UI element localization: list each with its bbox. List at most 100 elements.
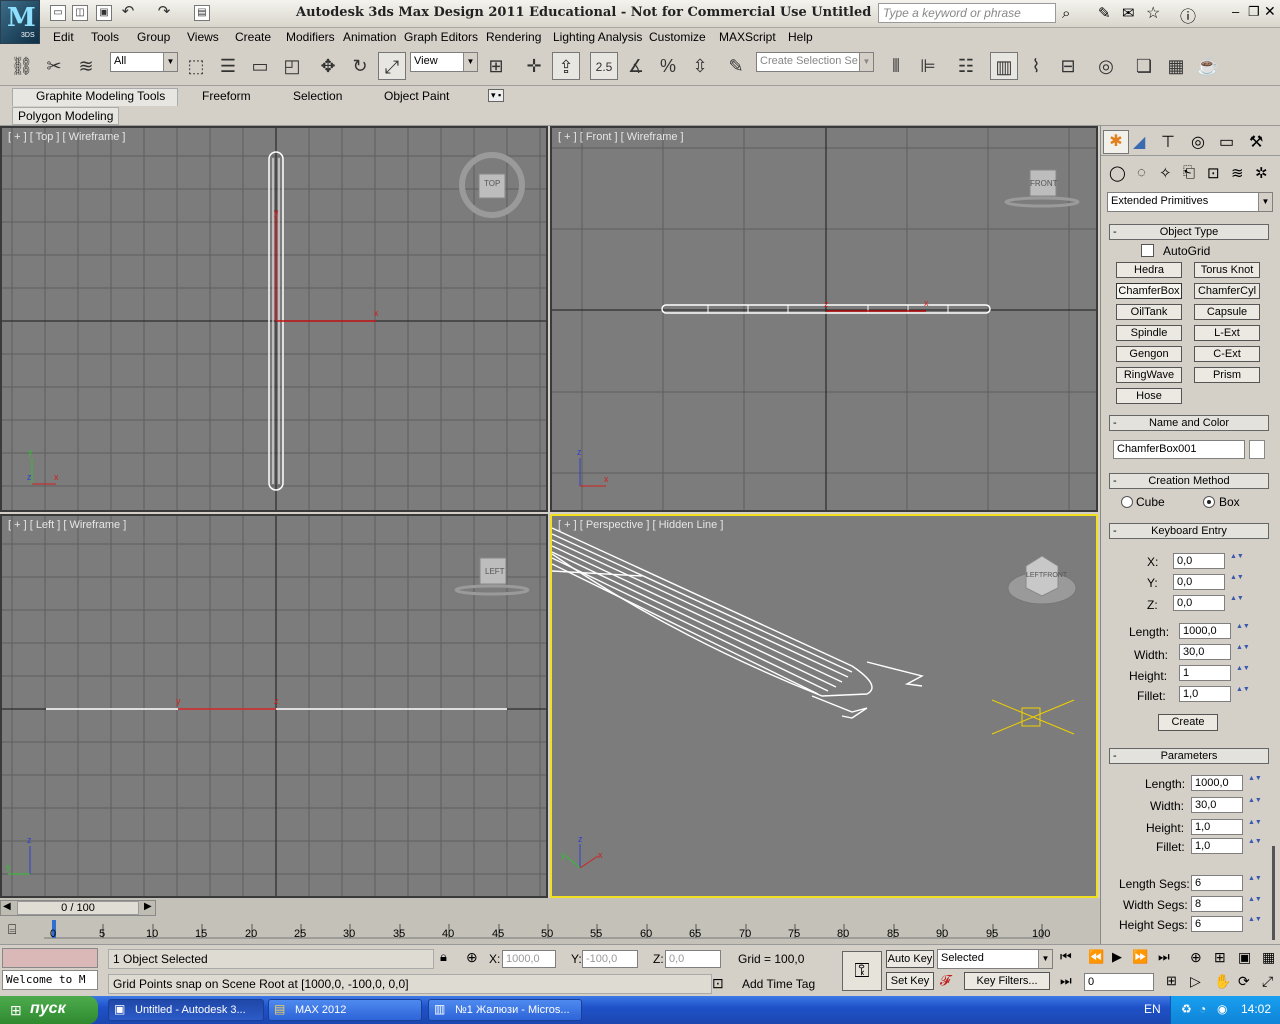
help-icon[interactable]: ⓘ [1180, 3, 1196, 27]
auto-key-button[interactable]: Auto Key [886, 950, 934, 968]
selection-filter-dropdown[interactable]: All ▼ [110, 52, 178, 72]
menu-views[interactable]: Views [187, 30, 219, 44]
viewport-label[interactable]: [ + ] [ Left ] [ Wireframe ] [8, 519, 126, 531]
ke-length-field[interactable]: 1000,0 [1179, 623, 1231, 639]
spacewarps-category-icon[interactable]: ≋ [1231, 164, 1244, 182]
search-input[interactable]: Type a keyword or phrase [878, 3, 1056, 23]
zoom-all-icon[interactable]: ⊞ [1214, 949, 1226, 966]
rendered-frame-window-icon[interactable]: ▦ [1162, 52, 1190, 80]
key-mode-toggle-icon[interactable]: ⏭ [1060, 973, 1072, 989]
save-file-icon[interactable]: ▣ [96, 5, 112, 21]
maxscript-listener-pink[interactable] [2, 948, 98, 968]
select-by-name-icon[interactable]: ☰ [214, 52, 242, 80]
name-and-color-rollout[interactable]: - Name and Color [1109, 415, 1269, 431]
object-color-swatch[interactable] [1249, 440, 1265, 459]
menu-graph-editors[interactable]: Graph Editors [404, 30, 478, 44]
snaps-toggle-button[interactable]: 2.5 [590, 52, 618, 80]
menu-help[interactable]: Help [788, 30, 813, 44]
motion-tab-icon[interactable]: ◎ [1191, 132, 1205, 152]
named-selection-sets-dropdown[interactable]: Create Selection Se ▼ [756, 52, 874, 72]
bind-space-warp-icon[interactable]: ≋ [72, 52, 100, 80]
menu-maxscript[interactable]: MAXScript [719, 30, 776, 44]
layer-manager-icon[interactable]: ☷ [952, 52, 980, 80]
time-slider[interactable]: ◀ 0 / 100 ▶ [0, 900, 156, 916]
spinner-icon[interactable]: ▲▼ [1236, 644, 1250, 660]
binoculars-icon[interactable]: ⌕ [1062, 5, 1070, 22]
ke-width-field[interactable]: 30,0 [1179, 644, 1231, 660]
add-time-tag[interactable]: Add Time Tag [742, 977, 815, 991]
volume-icon[interactable]: ◔ [1199, 1002, 1206, 1016]
oiltank-button[interactable]: OilTank [1116, 304, 1182, 320]
coord-z-field[interactable]: 0,0 [665, 950, 721, 968]
mirror-icon[interactable]: ⫴ [882, 52, 910, 80]
material-editor-icon[interactable]: ◎ [1092, 52, 1120, 80]
graphite-toggle-icon[interactable]: ▥ [990, 52, 1018, 80]
keyboard-shortcut-override-icon[interactable]: ⇪ [552, 52, 580, 80]
autogrid-checkbox[interactable] [1141, 244, 1154, 257]
percent-snap-icon[interactable]: % [654, 52, 682, 80]
taskbar-item-word[interactable]: №1 Жалюзи - Micros... [428, 999, 582, 1021]
create-button[interactable]: Create [1158, 714, 1218, 731]
param-height-segs-field[interactable]: 6 [1191, 916, 1243, 932]
select-and-move-icon[interactable]: ✥ [314, 52, 342, 80]
menu-customize[interactable]: Customize [649, 30, 706, 44]
modify-tab-icon[interactable]: ◢ [1133, 132, 1145, 152]
panel-polygon-modeling[interactable]: Polygon Modeling [12, 107, 120, 125]
taskbar-item-3dsmax[interactable]: Untitled - Autodesk 3... [108, 999, 264, 1021]
command-panel-scrollbar[interactable] [1272, 846, 1275, 940]
tab-graphite-modeling-tools[interactable]: Graphite Modeling Tools [36, 89, 165, 103]
menu-edit[interactable]: Edit [53, 30, 74, 44]
lock-selection-icon[interactable]: 🔒︎ [440, 949, 447, 965]
keyboard-entry-rollout[interactable]: - Keyboard Entry [1109, 523, 1269, 539]
viewport-top[interactable]: [ + ] [ Top ] [ Wireframe ] TOP y x y x … [0, 126, 548, 512]
param-length-field[interactable]: 1000,0 [1191, 775, 1243, 791]
current-frame-field[interactable]: 0 [1084, 973, 1154, 991]
param-fillet-field[interactable]: 1,0 [1191, 838, 1243, 854]
window-crossing-icon[interactable]: ◰ [278, 52, 306, 80]
subscription-icon[interactable]: ✎ [1098, 4, 1111, 22]
param-width-field[interactable]: 30,0 [1191, 797, 1243, 813]
field-of-view-icon[interactable]: ▷ [1190, 973, 1201, 990]
reference-coordinate-dropdown[interactable]: View ▼ [410, 52, 478, 72]
maxscript-mini-listener[interactable]: Welcome to M [2, 970, 98, 990]
new-file-icon[interactable]: ▭ [50, 5, 66, 21]
spinner-icon[interactable]: ▲▼ [1230, 595, 1244, 611]
gengon-button[interactable]: Gengon [1116, 346, 1182, 362]
creation-method-rollout[interactable]: - Creation Method [1109, 473, 1269, 489]
clock[interactable]: 14:02 [1241, 1002, 1271, 1016]
zoom-extents-all-icon[interactable]: ▦ [1262, 949, 1275, 966]
torus-knot-button[interactable]: Torus Knot [1194, 262, 1260, 278]
ribbon-options-icon[interactable]: ▾ ▪ [488, 89, 505, 102]
spinner-icon[interactable]: ▲▼ [1236, 623, 1250, 639]
ke-z-field[interactable]: 0,0 [1173, 595, 1225, 611]
spinner-icon[interactable]: ▲▼ [1248, 916, 1262, 932]
viewcube-label[interactable]: TOP [484, 179, 500, 188]
chamferbox-button[interactable]: ChamferBox [1116, 283, 1182, 299]
primitive-category-dropdown[interactable]: Extended Primitives ▼ [1107, 192, 1273, 212]
viewcube-front-label[interactable]: FRONT [1043, 572, 1067, 579]
l-ext-button[interactable]: L-Ext [1194, 325, 1260, 341]
hedra-button[interactable]: Hedra [1116, 262, 1182, 278]
coord-y-field[interactable]: -100,0 [582, 950, 638, 968]
object-type-rollout[interactable]: - Object Type [1109, 224, 1269, 240]
set-key-button[interactable]: Set Key [886, 972, 934, 990]
communication-icon[interactable]: ✉ [1122, 4, 1135, 22]
spinner-icon[interactable]: ▲▼ [1248, 875, 1262, 891]
redo-icon[interactable]: ↷ [156, 4, 172, 21]
unlink-icon[interactable]: ✂ [40, 52, 68, 80]
viewport-label[interactable]: [ + ] [ Perspective ] [ Hidden Line ] [558, 519, 723, 531]
ke-y-field[interactable]: 0,0 [1173, 574, 1225, 590]
parameters-rollout[interactable]: - Parameters [1109, 748, 1269, 764]
app-logo-button[interactable]: M 3DS [0, 0, 40, 44]
cube-radio[interactable] [1121, 496, 1133, 508]
network-icon[interactable]: ♻ [1181, 1002, 1192, 1016]
close-icon[interactable]: ✕ [1264, 3, 1276, 20]
param-height-field[interactable]: 1,0 [1191, 819, 1243, 835]
select-manipulate-icon[interactable]: ✛ [520, 52, 548, 80]
taskbar-item-folder[interactable]: MAX 2012 [268, 999, 422, 1021]
select-object-icon[interactable]: ⬚ [182, 52, 210, 80]
ringwave-button[interactable]: RingWave [1116, 367, 1182, 383]
go-to-start-icon[interactable]: ⏮ [1060, 949, 1072, 965]
time-slider-thumb[interactable]: 0 / 100 [17, 901, 139, 915]
ke-x-field[interactable]: 0,0 [1173, 553, 1225, 569]
